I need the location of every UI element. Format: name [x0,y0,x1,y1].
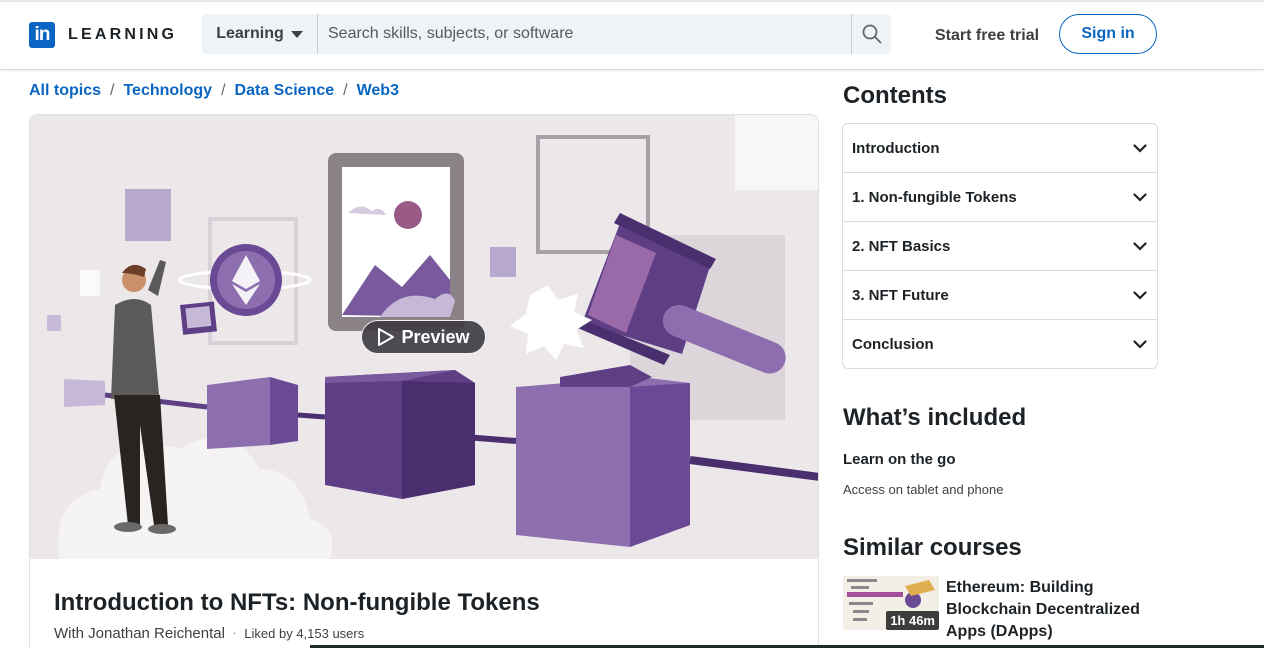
search-input[interactable] [318,14,851,54]
linkedin-logo-icon: in [29,22,55,48]
chapter-non-fungible-tokens[interactable]: 1. Non-fungible Tokens [843,173,1157,222]
preview-button[interactable]: Preview [361,320,486,354]
included-item-subtitle: Access on tablet and phone [843,482,1004,497]
course-title: Introduction to NFTs: Non-fungible Token… [54,589,540,616]
search-scope-dropdown[interactable]: Learning [202,14,318,54]
whats-included-heading: What’s included [843,404,1027,431]
chapter-nft-future[interactable]: 3. NFT Future [843,271,1157,320]
similar-courses-heading: Similar courses [843,534,1022,561]
contents-heading: Contents [843,82,947,109]
chapter-introduction[interactable]: Introduction [843,124,1157,173]
logo-wordmark: LEARNING [68,26,178,43]
breadcrumb-separator: / [343,82,348,99]
course-thumbnail-illustration[interactable]: Preview [30,115,818,559]
chevron-down-icon [1133,192,1147,202]
site-header: in LEARNING Learning Start free trial Si… [0,2,1264,70]
similar-course-card[interactable]: 1h 46m Ethereum: Building Blockchain Dec… [843,576,1143,643]
chevron-down-icon [1133,241,1147,251]
chevron-down-icon [1133,143,1147,153]
chapter-label: 2. NFT Basics [852,237,951,255]
course-duration-badge: 1h 46m [886,611,939,630]
breadcrumb: All topics / Technology / Data Science /… [29,82,399,100]
course-author[interactable]: With Jonathan Reichental [54,625,225,642]
chevron-down-icon [1133,340,1147,349]
chapter-label: 1. Non-fungible Tokens [852,188,1017,206]
breadcrumb-web3[interactable]: Web3 [357,82,399,100]
chapter-label: Conclusion [852,336,934,353]
breadcrumb-separator: / [221,82,226,99]
course-hero-card: Preview Introduction to NFTs: Non-fungib… [29,114,819,648]
play-icon [378,328,395,346]
search-bar: Learning [202,14,891,54]
breadcrumb-data-science[interactable]: Data Science [235,82,335,100]
search-icon [862,24,881,44]
sign-in-button[interactable]: Sign in [1059,14,1157,54]
breadcrumb-separator: / [110,82,115,99]
start-free-trial-link[interactable]: Start free trial [935,27,1039,45]
course-meta: With Jonathan Reichental · Liked by 4,15… [54,625,364,642]
contents-list: Introduction 1. Non-fungible Tokens 2. N… [842,123,1158,369]
course-likes: Liked by 4,153 users [244,626,365,641]
linkedin-learning-logo[interactable]: in LEARNING [29,22,177,48]
search-scope-label: Learning [216,25,284,42]
chevron-down-icon [290,30,303,38]
similar-course-title[interactable]: Ethereum: Building Blockchain Decentrali… [946,577,1141,643]
chevron-down-icon [1133,290,1147,300]
chapter-label: Introduction [852,139,940,157]
chapter-nft-basics[interactable]: 2. NFT Basics [843,222,1157,271]
similar-course-thumbnail: 1h 46m [843,576,939,630]
search-button[interactable] [851,14,891,54]
included-item-title: Learn on the go [843,451,956,468]
chapter-conclusion[interactable]: Conclusion [843,320,1157,369]
breadcrumb-technology[interactable]: Technology [123,82,212,100]
breadcrumb-all-topics[interactable]: All topics [29,82,101,100]
preview-label: Preview [401,326,470,347]
meta-separator: · [232,628,237,639]
chapter-label: 3. NFT Future [852,286,949,304]
